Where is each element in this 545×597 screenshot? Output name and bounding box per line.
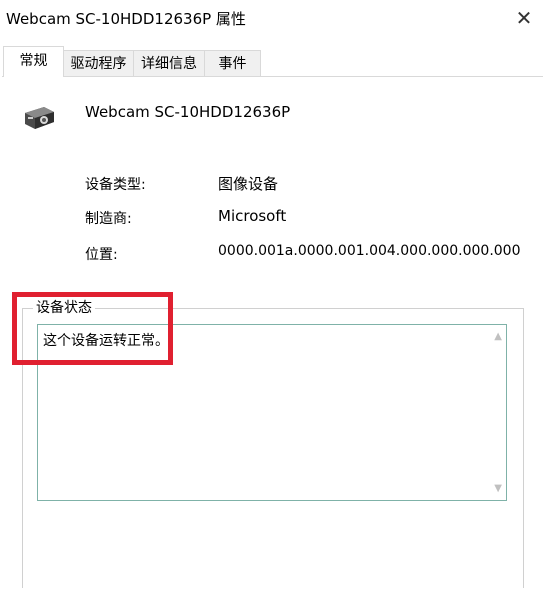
manufacturer-label: 制造商: — [85, 211, 132, 227]
title-bar: Webcam SC-10HDD12636P 属性 ✕ — [0, 0, 545, 36]
close-button[interactable]: ✕ — [509, 4, 539, 32]
tab-general[interactable]: 常规 — [3, 46, 64, 77]
device-status-textbox[interactable]: 这个设备运转正常。 ▲ ▼ — [37, 324, 507, 501]
location-label: 位置: — [85, 247, 118, 263]
window-title: Webcam SC-10HDD12636P 属性 — [6, 10, 246, 28]
close-icon: ✕ — [515, 6, 533, 30]
device-status-text: 这个设备运转正常。 — [43, 333, 169, 349]
webcam-icon — [25, 107, 54, 129]
scroll-down-icon[interactable]: ▼ — [494, 483, 502, 494]
tab-details[interactable]: 详细信息 — [133, 50, 205, 76]
manufacturer-value: Microsoft — [218, 207, 287, 225]
device-status-title: 设备状态 — [33, 297, 95, 317]
device-type-label: 设备类型: — [85, 177, 146, 193]
location-value: 0000.001a.0000.001.004.000.000.000.000 — [218, 243, 521, 259]
tab-driver[interactable]: 驱动程序 — [63, 50, 134, 76]
scroll-up-icon[interactable]: ▲ — [494, 331, 502, 342]
device-type-value: 图像设备 — [218, 175, 279, 193]
tab-events[interactable]: 事件 — [204, 50, 261, 76]
tab-bar: 常规 驱动程序 详细信息 事件 — [0, 46, 545, 77]
device-name: Webcam SC-10HDD12636P — [85, 103, 291, 121]
